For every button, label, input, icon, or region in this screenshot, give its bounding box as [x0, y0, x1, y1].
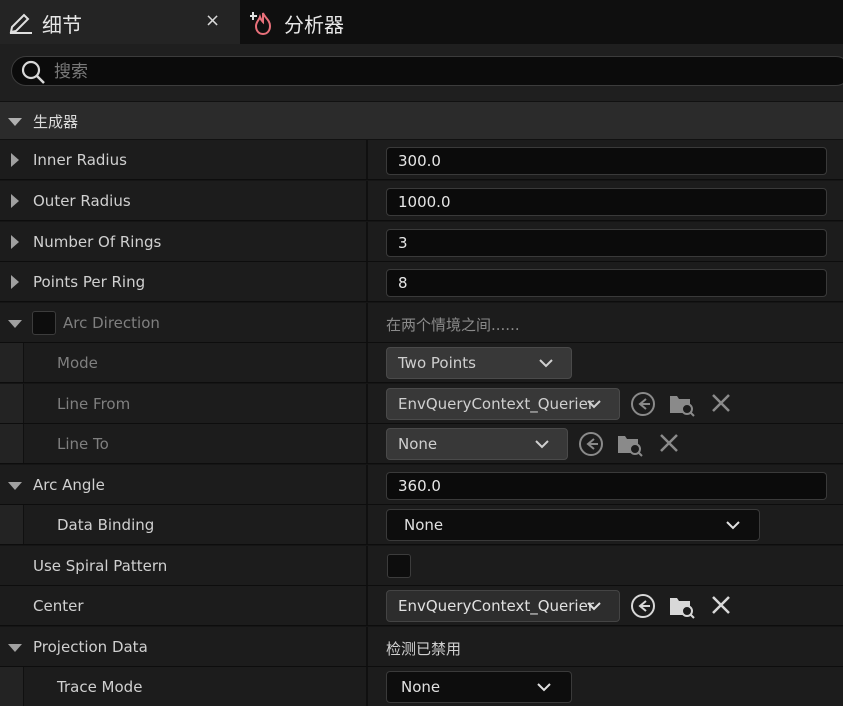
inner-radius-field[interactable]: 300.0 [386, 147, 827, 175]
search-bar [0, 44, 843, 101]
number-of-rings-label: Number Of Rings [33, 233, 162, 251]
projection-data-value: 检测已禁用 [386, 640, 462, 658]
inner-radius-label: Inner Radius [33, 151, 127, 169]
tab-details[interactable]: 细节 × [0, 0, 240, 44]
property-row-line-to: Line To None [0, 424, 843, 464]
inner-radius-value: 300.0 [398, 152, 441, 170]
collapse-arrow-icon[interactable] [8, 643, 22, 653]
outer-radius-label: Outer Radius [33, 192, 131, 210]
line-to-label: Line To [57, 435, 109, 453]
data-binding-label: Data Binding [57, 516, 155, 534]
trace-mode-value: None [401, 678, 441, 696]
center-dropdown[interactable]: EnvQueryContext_Querier [386, 590, 620, 622]
clear-x-icon[interactable] [709, 593, 733, 617]
property-row-line-from: Line From EnvQueryContext_Querier [0, 384, 843, 424]
line-to-value: None [398, 435, 438, 453]
category-generator[interactable]: 生成器 [0, 101, 843, 140]
arc-angle-field[interactable]: 360.0 [386, 472, 827, 500]
use-selected-arrow-icon[interactable] [578, 431, 604, 457]
property-row-number-of-rings: Number Of Rings 3 [0, 222, 843, 262]
trace-mode-dropdown[interactable]: None [386, 671, 572, 703]
category-title: 生成器 [33, 113, 79, 131]
center-label: Center [33, 597, 84, 615]
mode-label: Mode [57, 354, 98, 372]
property-row-projection-data: Projection Data 检测已禁用 [0, 627, 843, 667]
chevron-down-icon [587, 602, 601, 611]
tab-details-label: 细节 [42, 13, 82, 37]
browse-folder-icon[interactable] [668, 593, 696, 619]
property-row-mode: Mode Two Points [0, 343, 843, 383]
chevron-down-icon [587, 400, 601, 409]
line-to-dropdown[interactable]: None [386, 428, 568, 460]
close-icon[interactable]: × [205, 10, 220, 31]
property-row-trace-mode: Trace Mode None [0, 667, 843, 706]
browse-folder-icon[interactable] [668, 391, 696, 417]
search-input[interactable] [52, 60, 756, 84]
number-of-rings-field[interactable]: 3 [386, 229, 827, 257]
arc-angle-label: Arc Angle [33, 476, 105, 494]
tab-profiler-label: 分析器 [284, 13, 344, 37]
search-box[interactable] [11, 56, 843, 86]
arc-angle-value: 360.0 [398, 477, 441, 495]
trace-mode-label: Trace Mode [57, 678, 143, 696]
center-value: EnvQueryContext_Querier [398, 597, 594, 615]
arc-direction-checkbox[interactable] [32, 311, 56, 335]
use-spiral-pattern-label: Use Spiral Pattern [33, 557, 168, 575]
data-binding-value: None [404, 516, 444, 534]
points-per-ring-value: 8 [398, 274, 408, 292]
tab-bar: 细节 × 分析器 [0, 0, 843, 44]
property-row-data-binding: Data Binding None [0, 505, 843, 545]
use-selected-arrow-icon[interactable] [630, 391, 656, 417]
chevron-down-icon [535, 440, 549, 449]
chevron-down-icon [539, 359, 553, 368]
use-selected-arrow-icon[interactable] [630, 593, 656, 619]
points-per-ring-label: Points Per Ring [33, 273, 146, 291]
use-spiral-pattern-checkbox[interactable] [387, 554, 411, 578]
expand-arrow-icon[interactable] [10, 153, 20, 167]
search-icon [21, 60, 45, 84]
points-per-ring-field[interactable]: 8 [386, 269, 827, 297]
profiler-flame-icon [250, 12, 272, 36]
arc-direction-label: Arc Direction [63, 314, 160, 332]
property-row-points-per-ring: Points Per Ring 8 [0, 262, 843, 302]
arc-direction-value: 在两个情境之间...... [386, 316, 520, 334]
property-row-arc-angle: Arc Angle 360.0 [0, 465, 843, 505]
collapse-arrow-icon[interactable] [8, 481, 22, 491]
expand-arrow-icon[interactable] [10, 275, 20, 289]
clear-x-icon[interactable] [709, 391, 733, 415]
outer-radius-field[interactable]: 1000.0 [386, 188, 827, 216]
property-row-use-spiral-pattern: Use Spiral Pattern [0, 546, 843, 586]
collapse-arrow-icon[interactable] [8, 319, 22, 329]
expand-arrow-icon[interactable] [10, 235, 20, 249]
pencil-icon [9, 13, 32, 34]
browse-folder-icon[interactable] [616, 431, 644, 457]
chevron-down-icon [726, 521, 740, 530]
property-row-outer-radius: Outer Radius 1000.0 [0, 181, 843, 221]
line-from-label: Line From [57, 395, 131, 413]
outer-radius-value: 1000.0 [398, 193, 451, 211]
line-from-value: EnvQueryContext_Querier [398, 395, 594, 413]
clear-x-icon[interactable] [657, 431, 681, 455]
expand-arrow-icon[interactable] [10, 194, 20, 208]
projection-data-label: Projection Data [33, 638, 148, 656]
mode-dropdown[interactable]: Two Points [386, 347, 572, 379]
chevron-down-icon [537, 683, 551, 692]
property-row-inner-radius: Inner Radius 300.0 [0, 140, 843, 180]
line-from-dropdown[interactable]: EnvQueryContext_Querier [386, 388, 620, 420]
data-binding-dropdown[interactable]: None [386, 509, 760, 541]
collapse-arrow-icon [8, 118, 22, 126]
property-row-arc-direction: Arc Direction 在两个情境之间...... [0, 303, 843, 343]
number-of-rings-value: 3 [398, 234, 408, 252]
tab-profiler[interactable]: 分析器 [240, 0, 540, 44]
property-row-center: Center EnvQueryContext_Querier [0, 586, 843, 626]
mode-value: Two Points [398, 354, 476, 372]
